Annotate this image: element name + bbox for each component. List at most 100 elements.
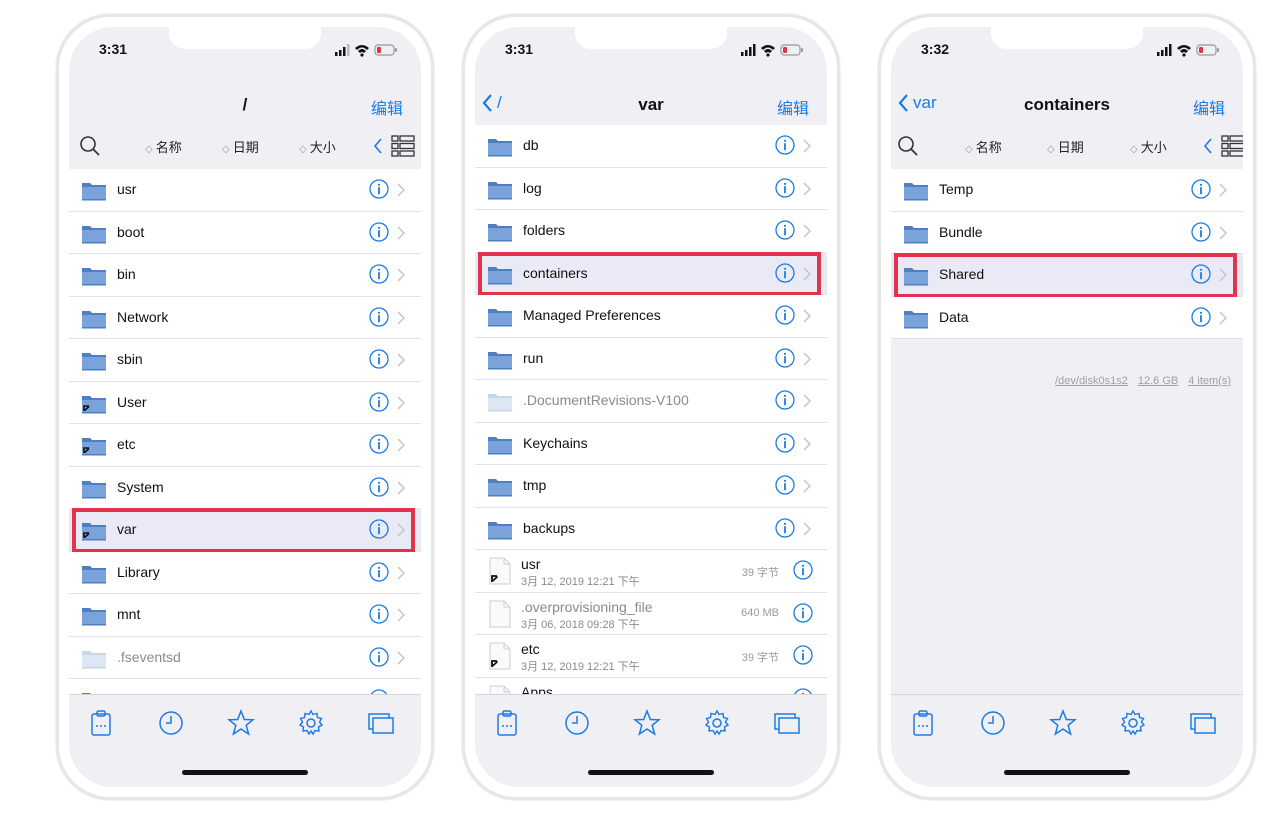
info-icon[interactable] bbox=[369, 476, 389, 497]
sort-by-name[interactable]: ◇ 名称 bbox=[965, 137, 1002, 156]
info-icon[interactable] bbox=[369, 646, 389, 667]
windows-icon[interactable] bbox=[1189, 709, 1217, 737]
info-icon[interactable] bbox=[775, 220, 795, 240]
disk-device[interactable]: /dev/disk0s1s2 bbox=[1055, 375, 1128, 387]
clipboard-icon[interactable] bbox=[493, 709, 521, 737]
info-icon[interactable] bbox=[775, 432, 795, 453]
folder-row[interactable]: Managed Preferences bbox=[475, 295, 827, 338]
sort-by-date[interactable]: ◇ 日期 bbox=[222, 137, 259, 156]
info-icon[interactable] bbox=[793, 602, 813, 623]
info-icon[interactable] bbox=[369, 221, 389, 242]
folder-row[interactable]: Data bbox=[891, 296, 1243, 339]
sort-by-date[interactable]: ◇ 日期 bbox=[1047, 137, 1084, 156]
highlight-annotation bbox=[894, 253, 1237, 298]
info-icon[interactable] bbox=[775, 475, 795, 495]
file-row[interactable]: usr 3月 12, 2019 12:21 下午 39 字节 bbox=[475, 550, 827, 593]
screen: 3:32 var containers 编辑 ◇ 名称 ◇ 日期 ◇ 大小 Temp B… bbox=[891, 27, 1243, 787]
folder-row[interactable]: .fseventsd bbox=[69, 636, 421, 679]
info-icon[interactable] bbox=[369, 604, 389, 624]
folder-row[interactable]: backups bbox=[475, 507, 827, 550]
favorites-star-icon[interactable] bbox=[632, 708, 662, 737]
folder-row[interactable]: run bbox=[475, 337, 827, 380]
info-icon[interactable] bbox=[369, 434, 389, 454]
chevron-right-icon bbox=[397, 565, 406, 580]
folder-row[interactable]: sbin bbox=[69, 339, 421, 382]
folder-row[interactable]: usr bbox=[69, 169, 421, 212]
info-icon[interactable] bbox=[369, 306, 389, 327]
edit-button[interactable]: 编辑 bbox=[777, 95, 809, 119]
symlink-file-icon bbox=[489, 642, 511, 670]
folder-row[interactable]: bin bbox=[69, 254, 421, 297]
folder-row[interactable]: var bbox=[69, 508, 421, 553]
folder-row[interactable]: Shared bbox=[891, 253, 1243, 298]
clipboard-icon[interactable] bbox=[909, 709, 937, 737]
clipboard-icon[interactable] bbox=[87, 709, 115, 737]
info-icon[interactable] bbox=[1191, 306, 1211, 327]
edit-button[interactable]: 编辑 bbox=[371, 95, 403, 119]
favorites-star-icon[interactable] bbox=[226, 708, 256, 737]
chevron-left-icon[interactable] bbox=[1203, 138, 1213, 154]
folder-row[interactable]: Bundle bbox=[891, 211, 1243, 254]
favorites-star-icon[interactable] bbox=[1048, 708, 1078, 737]
status-time: 3:32 bbox=[921, 41, 950, 57]
history-clock-icon[interactable] bbox=[157, 709, 185, 737]
info-icon[interactable] bbox=[775, 135, 795, 155]
info-icon[interactable] bbox=[775, 177, 795, 198]
disk-size[interactable]: 12.6 GB bbox=[1138, 375, 1178, 387]
folder-name: mnt bbox=[117, 606, 141, 622]
folder-name: db bbox=[523, 137, 539, 153]
history-clock-icon[interactable] bbox=[979, 709, 1007, 737]
file-row[interactable]: etc 3月 12, 2019 12:21 下午 39 字节 bbox=[475, 635, 827, 678]
folder-row[interactable]: containers bbox=[475, 251, 827, 296]
folder-row[interactable]: Keychains bbox=[475, 422, 827, 465]
folder-row[interactable]: mnt bbox=[69, 594, 421, 637]
sort-by-name[interactable]: ◇ 名称 bbox=[145, 137, 182, 156]
edit-button[interactable]: 编辑 bbox=[1193, 95, 1225, 119]
folder-icon bbox=[487, 476, 513, 497]
folder-row[interactable]: Library bbox=[69, 551, 421, 594]
info-icon[interactable] bbox=[369, 561, 389, 582]
info-icon[interactable] bbox=[775, 390, 795, 410]
folder-name: bin bbox=[117, 266, 136, 282]
view-grid-icon[interactable] bbox=[1221, 135, 1243, 157]
search-icon[interactable] bbox=[79, 135, 101, 157]
info-icon[interactable] bbox=[775, 347, 795, 368]
folder-row[interactable]: db bbox=[475, 125, 827, 168]
folder-row[interactable]: log bbox=[475, 167, 827, 210]
status-time: 3:31 bbox=[99, 41, 128, 57]
info-icon[interactable] bbox=[793, 645, 813, 665]
folder-row[interactable]: User bbox=[69, 381, 421, 424]
view-grid-icon[interactable] bbox=[391, 135, 415, 157]
folder-row[interactable]: tmp bbox=[475, 465, 827, 508]
folder-row[interactable]: .DocumentRevisions-V100 bbox=[475, 380, 827, 423]
info-icon[interactable] bbox=[369, 349, 389, 369]
info-icon[interactable] bbox=[1191, 221, 1211, 242]
settings-gear-icon[interactable] bbox=[297, 709, 325, 737]
settings-gear-icon[interactable] bbox=[1119, 709, 1147, 737]
file-row[interactable]: .overprovisioning_file 3月 06, 2018 09:28 … bbox=[475, 592, 827, 635]
chevron-left-icon[interactable] bbox=[373, 138, 383, 154]
search-icon[interactable] bbox=[897, 135, 919, 157]
folder-row[interactable]: System bbox=[69, 466, 421, 509]
info-icon[interactable] bbox=[775, 517, 795, 538]
info-icon[interactable] bbox=[793, 560, 813, 580]
windows-icon[interactable] bbox=[773, 709, 801, 737]
sort-by-size[interactable]: ◇ 大小 bbox=[299, 137, 336, 156]
folder-row[interactable]: Temp bbox=[891, 169, 1243, 212]
folder-icon bbox=[81, 350, 107, 371]
folder-row[interactable]: folders bbox=[475, 210, 827, 253]
folder-row[interactable]: etc bbox=[69, 424, 421, 467]
sort-by-size[interactable]: ◇ 大小 bbox=[1130, 137, 1167, 156]
settings-gear-icon[interactable] bbox=[703, 709, 731, 737]
info-icon[interactable] bbox=[775, 305, 795, 325]
folder-row[interactable]: Network bbox=[69, 296, 421, 339]
folder-row[interactable]: boot bbox=[69, 211, 421, 254]
windows-icon[interactable] bbox=[367, 709, 395, 737]
info-icon[interactable] bbox=[369, 391, 389, 412]
file-name: usr bbox=[521, 556, 541, 572]
info-icon[interactable] bbox=[369, 179, 389, 199]
info-icon[interactable] bbox=[1191, 179, 1211, 199]
history-clock-icon[interactable] bbox=[563, 709, 591, 737]
disk-item-count[interactable]: 4 item(s) bbox=[1188, 375, 1231, 387]
info-icon[interactable] bbox=[369, 264, 389, 284]
